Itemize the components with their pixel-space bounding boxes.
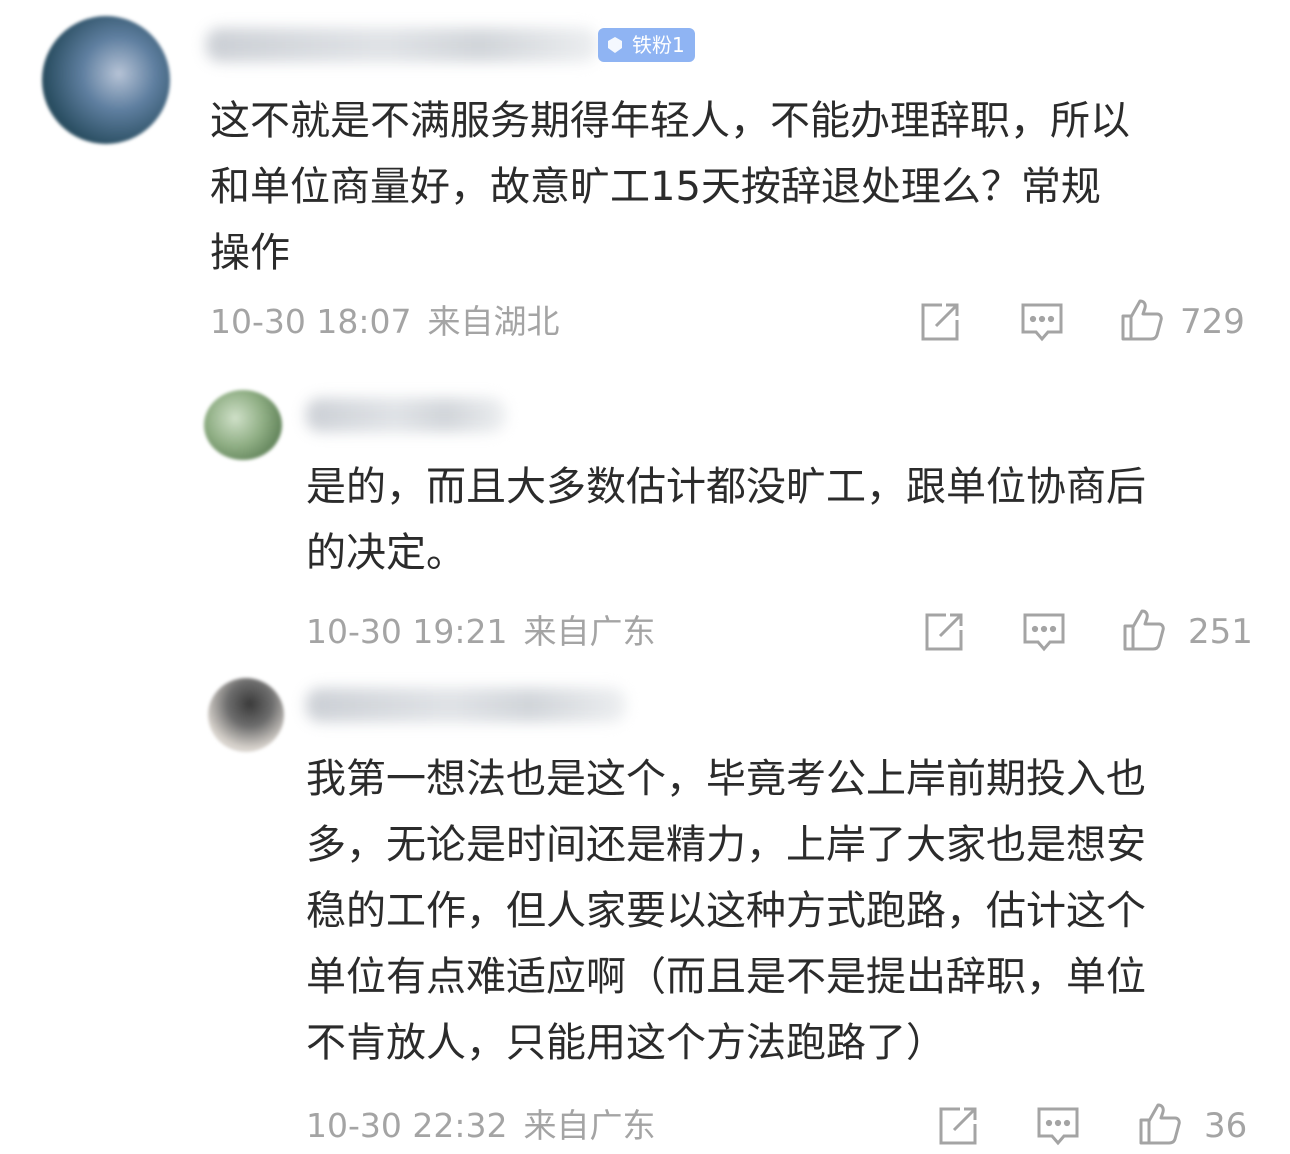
like-button[interactable] <box>1120 298 1164 342</box>
reply-button[interactable] <box>1020 300 1064 344</box>
username-blurred[interactable] <box>306 688 626 722</box>
thumbs-up-icon <box>1121 299 1163 341</box>
comment-line: 多，无论是时间还是精力，上岸了大家也是想安 <box>306 822 1146 868</box>
username-blurred[interactable] <box>306 398 506 432</box>
comment-meta: 10-30 22:32 来自广东 <box>306 1106 655 1146</box>
thumbs-up-icon <box>1139 1103 1181 1145</box>
comment-text: 我第一想法也是这个，毕竟考公上岸前期投入也 多，无论是时间还是精力，上岸了大家也… <box>306 746 1146 1076</box>
like-count: 729 <box>1180 302 1245 342</box>
location: 来自广东 <box>523 1106 656 1145</box>
comment-line: 操作 <box>210 230 290 276</box>
comment-line: 这不就是不满服务期得年轻人，不能办理辞职，所以 <box>210 98 1130 144</box>
thumbs-up-icon <box>1123 609 1165 651</box>
share-button[interactable] <box>936 1104 980 1148</box>
comment-icon <box>1021 303 1063 342</box>
location: 来自湖北 <box>427 302 560 341</box>
share-icon <box>925 613 963 651</box>
comment-line: 不肯放人，只能用这个方法跑路了） <box>306 1020 946 1066</box>
reply-button[interactable] <box>1022 610 1066 654</box>
comment-line: 我第一想法也是这个，毕竟考公上岸前期投入也 <box>306 756 1146 802</box>
avatar[interactable] <box>208 678 284 752</box>
like-count: 36 <box>1204 1106 1248 1146</box>
timestamp: 10-30 18:07 <box>210 302 412 341</box>
comment-line: 是的，而且大多数估计都没旷工，跟单位协商后 <box>306 464 1146 510</box>
comment-line: 的决定。 <box>306 530 466 576</box>
comment-line: 和单位商量好，故意旷工15天按辞退处理么？常规 <box>210 164 1101 210</box>
timestamp: 10-30 22:32 <box>306 1106 508 1145</box>
like-button[interactable] <box>1138 1102 1182 1146</box>
avatar[interactable] <box>42 16 170 144</box>
comment-line: 稳的工作，但人家要以这种方式跑路，估计这个 <box>306 888 1146 934</box>
avatar[interactable] <box>204 390 282 460</box>
comment-icon <box>1037 1107 1079 1146</box>
badge-icon <box>608 37 622 53</box>
share-button[interactable] <box>918 300 962 344</box>
fan-badge: 铁粉1 <box>598 28 695 62</box>
comment-meta: 10-30 19:21 来自广东 <box>306 612 655 652</box>
like-button[interactable] <box>1122 608 1166 652</box>
comment-line: 单位有点难适应啊（而且是不是提出辞职，单位 <box>306 954 1146 1000</box>
comment-meta: 10-30 18:07 来自湖北 <box>210 302 559 342</box>
share-button[interactable] <box>922 610 966 654</box>
username-blurred[interactable] <box>206 28 598 62</box>
comment-icon <box>1023 613 1065 652</box>
comment-text: 是的，而且大多数估计都没旷工，跟单位协商后 的决定。 <box>306 454 1146 586</box>
share-icon <box>939 1107 977 1145</box>
badge-label: 铁粉1 <box>632 33 685 57</box>
timestamp: 10-30 19:21 <box>306 612 508 651</box>
share-icon <box>921 303 959 341</box>
comment-text: 这不就是不满服务期得年轻人，不能办理辞职，所以 和单位商量好，故意旷工15天按辞… <box>210 88 1130 286</box>
reply-button[interactable] <box>1036 1104 1080 1148</box>
location: 来自广东 <box>523 612 656 651</box>
like-count: 251 <box>1188 612 1253 652</box>
